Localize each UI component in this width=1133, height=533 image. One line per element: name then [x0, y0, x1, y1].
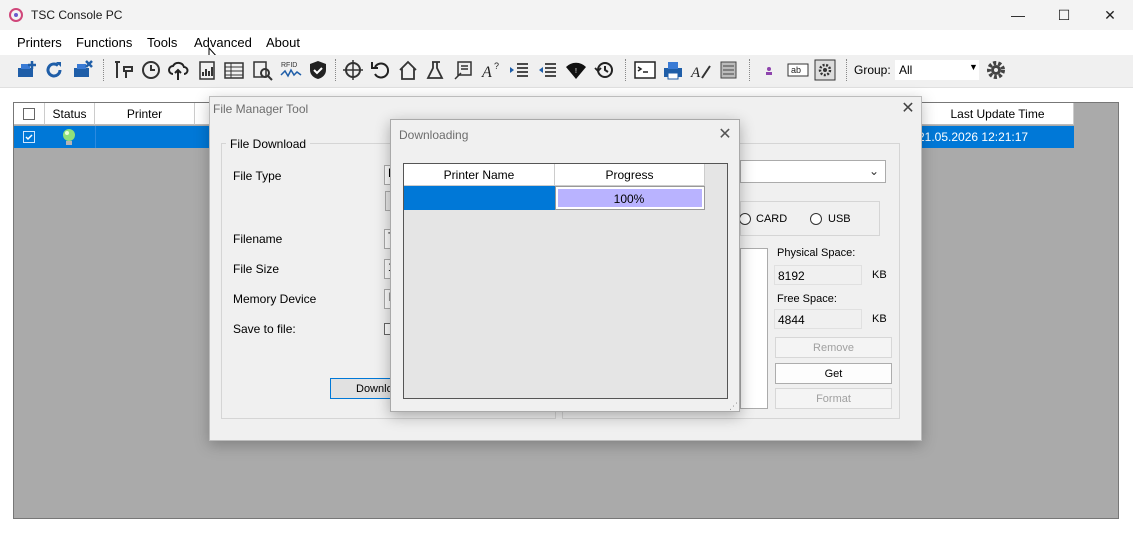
group-select-value: All — [899, 63, 913, 77]
physical-space-label: Physical Space: — [777, 247, 856, 259]
terminal-icon[interactable] — [633, 57, 657, 83]
svg-text:!: ! — [575, 68, 577, 75]
download-row-printer[interactable] — [404, 186, 555, 210]
table-icon[interactable] — [222, 57, 246, 83]
row-checkbox[interactable] — [23, 131, 35, 143]
memory-device-label: Memory Device — [233, 292, 317, 306]
settings-box-icon[interactable] — [813, 57, 837, 83]
flask-icon[interactable] — [423, 57, 447, 83]
maximize-button[interactable]: ☐ — [1041, 0, 1087, 30]
app-logo-icon — [8, 7, 24, 23]
svg-text:A: A — [690, 65, 701, 81]
crosshair-icon[interactable] — [341, 57, 365, 83]
column-hidden[interactable] — [195, 103, 210, 125]
file-list[interactable] — [740, 248, 768, 409]
free-space-label: Free Space: — [777, 293, 837, 305]
menu-functions[interactable]: Functions — [76, 35, 132, 50]
chevron-down-icon: ▼ — [969, 62, 978, 72]
toolbar-separator — [749, 59, 751, 81]
column-status[interactable]: Status — [45, 103, 95, 125]
physical-space-field: 8192 — [774, 265, 862, 285]
shield-icon[interactable] — [306, 57, 330, 83]
file-size-label: File Size — [233, 262, 280, 276]
downloading-title: Downloading — [399, 128, 469, 142]
text-field-icon[interactable]: ab — [786, 57, 810, 83]
gear-icon[interactable] — [984, 57, 1008, 83]
column-last-update[interactable]: Last Update Time — [922, 103, 1074, 125]
text-edit-icon[interactable]: A — [689, 57, 713, 83]
upload-icon[interactable] — [166, 57, 190, 83]
save-to-file-label: Save to file: — [233, 322, 296, 336]
cartridge-icon[interactable] — [716, 57, 740, 83]
report-icon[interactable] — [195, 57, 219, 83]
print-icon[interactable] — [661, 57, 685, 83]
window-title: TSC Console PC — [31, 8, 123, 22]
card-radio[interactable] — [739, 213, 751, 225]
free-space-field: 4844 — [774, 309, 862, 329]
history-icon[interactable] — [592, 57, 616, 83]
close-window-button[interactable]: ✕ — [1087, 0, 1133, 30]
svg-text:ab: ab — [791, 65, 801, 75]
download-row-progress[interactable]: 100% — [555, 186, 705, 210]
remove-printer-icon[interactable] — [71, 57, 95, 83]
list-outdent-icon[interactable] — [535, 57, 559, 83]
row-last-update: 21.05.2026 12:21:17 — [922, 130, 1074, 144]
rfid-icon[interactable]: RFID — [279, 57, 303, 83]
downloading-close-icon[interactable]: ✕ — [716, 124, 734, 143]
file-manager-title: File Manager Tool — [213, 102, 309, 116]
note-icon[interactable] — [451, 57, 475, 83]
usb-radio[interactable] — [810, 213, 822, 225]
toolbar-separator — [335, 59, 337, 81]
wifi-icon[interactable]: ! — [564, 57, 588, 83]
file-manager-close-icon[interactable]: ✕ — [898, 98, 918, 118]
progress-text: 100% — [613, 192, 645, 206]
undo-icon[interactable] — [368, 57, 392, 83]
search-doc-icon[interactable] — [250, 57, 274, 83]
dots-icon[interactable] — [757, 57, 781, 83]
format-button[interactable]: Format — [775, 388, 892, 409]
resize-grip-icon[interactable]: ⋰ — [729, 401, 738, 412]
minimize-button[interactable]: — — [995, 0, 1041, 30]
add-printer-icon[interactable] — [15, 57, 39, 83]
remove-button[interactable]: Remove — [775, 337, 892, 358]
file-type-label: File Type — [233, 169, 282, 183]
svg-text:RFID: RFID — [281, 62, 297, 69]
filename-label: Filename — [233, 232, 283, 246]
column-printer[interactable]: Printer — [95, 103, 195, 125]
home-icon[interactable] — [396, 57, 420, 83]
toolbar-separator — [846, 59, 848, 81]
font-icon[interactable]: A? — [479, 57, 503, 83]
menu-about[interactable]: About — [266, 35, 300, 50]
select-all-checkbox[interactable] — [23, 107, 35, 120]
chevron-down-icon: ⌄ — [869, 164, 880, 178]
row-divider — [95, 126, 96, 148]
column-progress[interactable]: Progress — [555, 164, 705, 186]
column-printer-name[interactable]: Printer Name — [404, 164, 555, 186]
card-label: CARD — [756, 213, 788, 225]
printer-select[interactable]: ⌄ — [740, 160, 886, 183]
svg-text:A: A — [481, 64, 492, 81]
toolbar-separator — [103, 59, 105, 81]
last-update-value: 21.05.2026 12:21:17 — [922, 130, 1029, 144]
group-label: Group: — [854, 63, 891, 77]
toolbar-separator — [625, 59, 627, 81]
usb-label: USB — [828, 213, 851, 225]
tools-icon[interactable] — [111, 57, 135, 83]
refresh-icon[interactable] — [42, 57, 66, 83]
select-all-header[interactable] — [14, 103, 45, 125]
file-download-group-title: File Download — [226, 137, 311, 151]
menu-tools[interactable]: Tools — [147, 35, 177, 50]
list-indent-icon[interactable] — [507, 57, 531, 83]
menu-advanced[interactable]: Advanced — [194, 35, 252, 50]
physical-space-unit: KB — [872, 269, 887, 281]
group-select[interactable]: All ▼ — [895, 60, 979, 80]
svg-text:?: ? — [494, 61, 499, 71]
clock-icon[interactable] — [139, 57, 163, 83]
menu-printers[interactable]: Printers — [17, 35, 62, 50]
free-space-unit: KB — [872, 313, 887, 325]
status-lightbulb-icon — [61, 128, 77, 149]
title-bar — [0, 0, 1133, 30]
download-button[interactable]: Downlo — [330, 378, 394, 399]
get-button[interactable]: Get — [775, 363, 892, 384]
